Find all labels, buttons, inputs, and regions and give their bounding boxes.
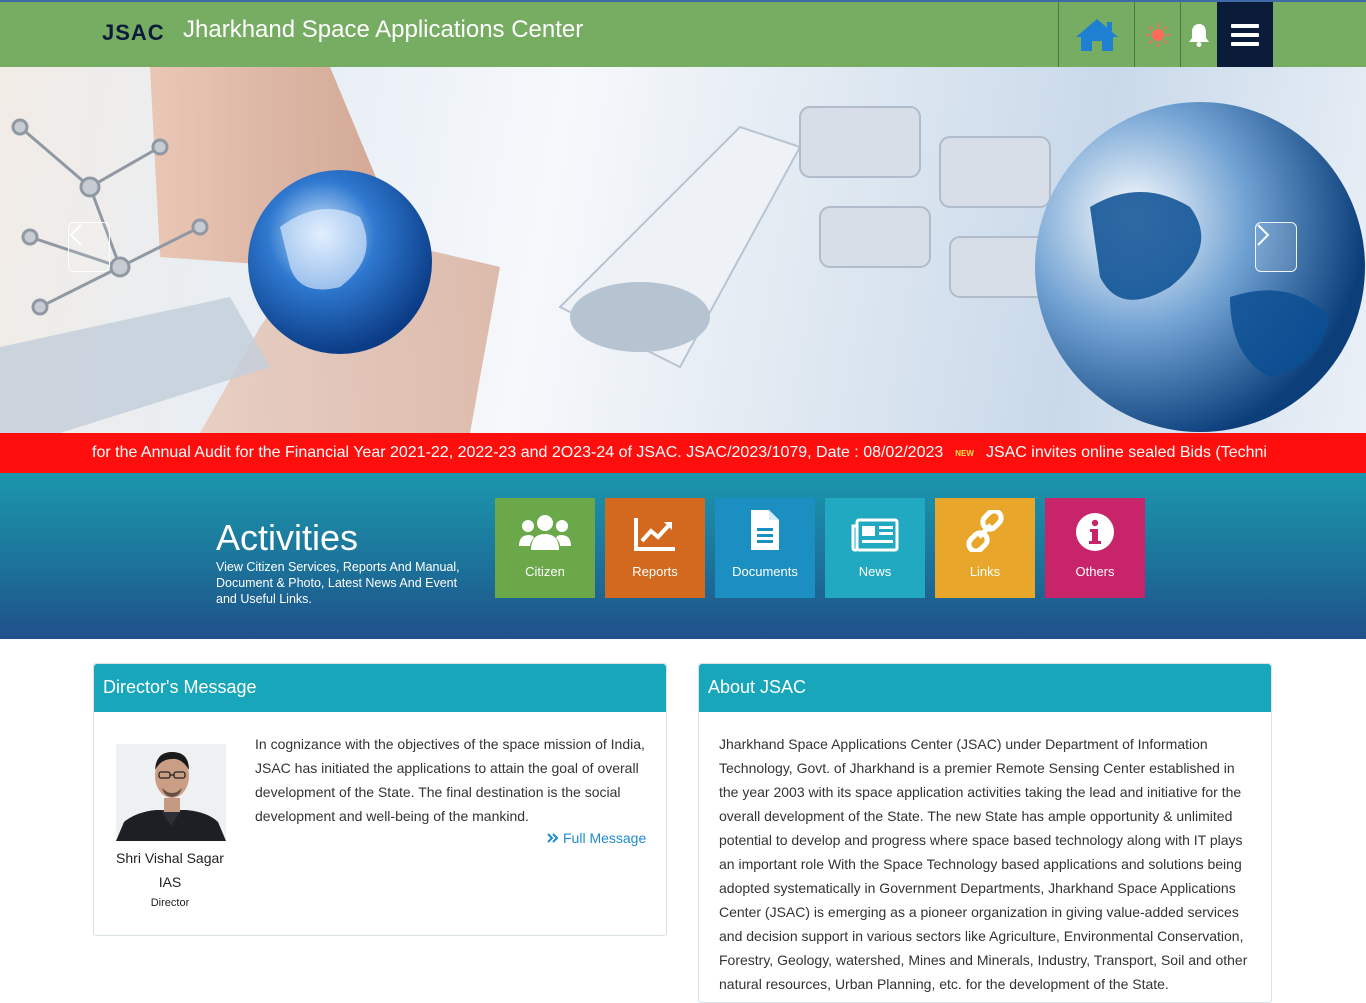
director-role: Director (150, 897, 190, 909)
director-photo (116, 744, 226, 841)
logo-text: JSAC (102, 20, 165, 45)
sun-icon (1145, 22, 1170, 47)
carousel-next-button[interactable] (1255, 222, 1297, 272)
about-jsac-panel: About JSAC Jharkhand Space Applications … (698, 663, 1272, 1003)
tile-others[interactable]: Others (1045, 498, 1145, 598)
hero-slide-image (0, 67, 1365, 433)
newspaper-icon (851, 518, 899, 552)
new-badge: NEW (955, 448, 974, 458)
chart-icon (634, 518, 675, 551)
panel-heading: Director's Message (94, 664, 666, 712)
ticker-item[interactable]: for the Annual Audit for the Financial Y… (92, 444, 943, 462)
home-button[interactable] (1058, 2, 1134, 67)
about-text: Jharkhand Space Applications Center (JSA… (719, 736, 1248, 992)
activity-tiles: Citizen Reports Documents News Links Oth… (495, 498, 1145, 598)
activities-description: View Citizen Services, Reports And Manua… (216, 560, 460, 606)
news-ticker: for the Annual Audit for the Financial Y… (0, 433, 1366, 473)
info-icon (1076, 513, 1114, 551)
chevron-right-icon (1257, 224, 1270, 246)
activities-section: Activities View Citizen Services, Report… (0, 473, 1366, 639)
director-name: Shri Vishal Sagar (116, 850, 224, 866)
site-title: Jharkhand Space Applications Center (183, 16, 584, 43)
ticker-item[interactable]: JSAC invites online sealed Bids (Techni (986, 444, 1267, 462)
bell-icon (1189, 23, 1209, 47)
tile-label: Others (1075, 564, 1115, 579)
director-message-text: In cognizance with the objectives of the… (255, 736, 645, 824)
directors-message-panel: Director's Message Shri Vishal Sagar IAS… (93, 663, 667, 936)
full-message-label: Full Message (563, 830, 647, 846)
notifications-button[interactable] (1180, 2, 1217, 67)
header-actions (1058, 2, 1273, 67)
tile-news[interactable]: News (825, 498, 925, 598)
ticker-track: for the Annual Audit for the Financial Y… (92, 433, 1274, 473)
tile-reports[interactable]: Reports (605, 498, 705, 598)
document-icon (751, 510, 779, 550)
theme-toggle-button[interactable] (1134, 2, 1180, 67)
tile-label: News (858, 564, 892, 579)
tile-links[interactable]: Links (935, 498, 1035, 598)
activities-title: Activities (216, 517, 359, 558)
panel-heading: About JSAC (699, 664, 1271, 712)
full-message-link[interactable]: Full Message (547, 830, 646, 846)
carousel-prev-button[interactable] (68, 222, 110, 272)
link-icon (966, 510, 1004, 552)
director-suffix: IAS (158, 874, 182, 890)
jsac-logo[interactable]: JSAC (102, 16, 165, 50)
director-name-block: Shri Vishal Sagar IAS (94, 846, 246, 894)
tile-label: Reports (632, 564, 678, 579)
site-header: JSAC Jharkhand Space Applications Center (0, 0, 1366, 67)
home-icon (1075, 18, 1118, 51)
chevron-left-icon (69, 224, 82, 246)
hamburger-menu-icon (1231, 23, 1259, 46)
tile-citizen[interactable]: Citizen (495, 498, 595, 598)
hero-carousel (0, 67, 1366, 433)
double-chevron-right-icon (547, 833, 559, 843)
tile-label: Links (969, 564, 1001, 579)
tile-label: Documents (732, 564, 798, 579)
tile-documents[interactable]: Documents (715, 498, 815, 598)
users-icon (519, 515, 571, 550)
hamburger-menu-button[interactable] (1217, 2, 1273, 67)
tile-label: Citizen (525, 564, 565, 579)
